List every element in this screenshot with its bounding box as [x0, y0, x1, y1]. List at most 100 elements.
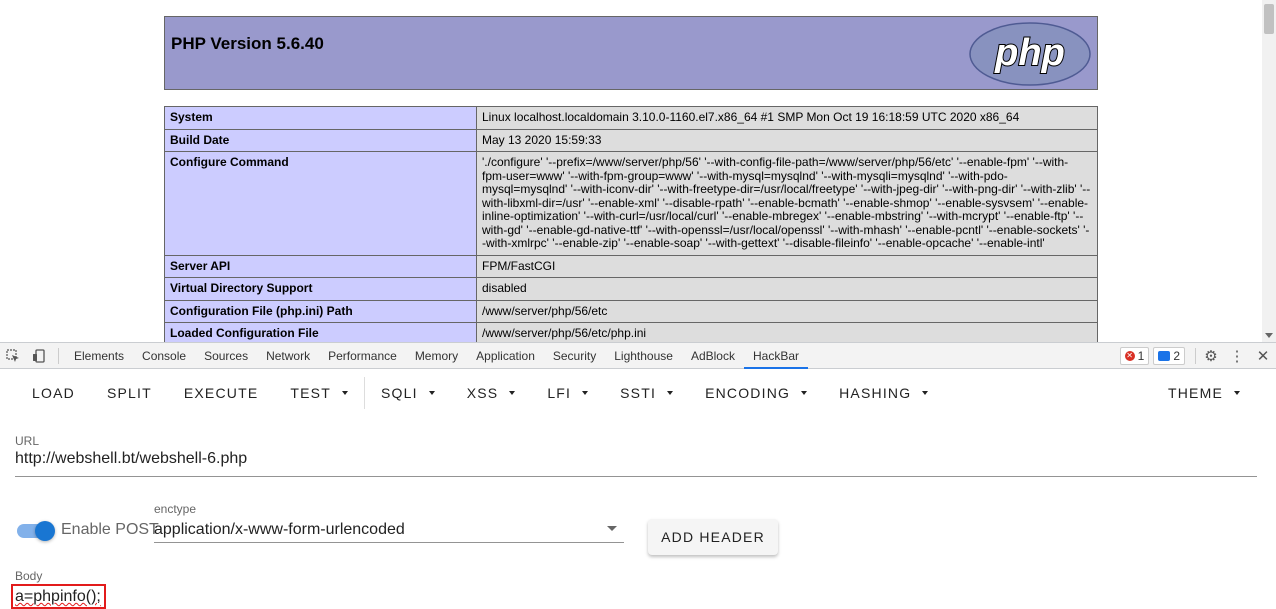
toolbar-divider	[1195, 347, 1196, 364]
table-row: System Linux localhost.localdomain 3.10.0…	[164, 106, 1098, 130]
lfi-button[interactable]: LFI	[531, 375, 604, 411]
row-value: /www/server/php/56/etc	[476, 299, 1098, 323]
more-options-icon[interactable]: ⋮	[1224, 343, 1250, 369]
row-key: Build Date	[164, 128, 477, 152]
xss-button[interactable]: XSS	[451, 375, 532, 411]
scrollbar-thumb[interactable]	[1264, 4, 1274, 34]
tab-elements[interactable]: Elements	[65, 343, 133, 369]
chevron-down-icon	[341, 391, 348, 395]
tab-security[interactable]: Security	[544, 343, 605, 369]
lfi-button-label: LFI	[547, 385, 572, 401]
devtools-tabbar: Elements Console Sources Network Performance…	[0, 342, 1276, 369]
tab-adblock[interactable]: AdBlock	[682, 343, 744, 369]
php-version-title: PHP Version 5.6.40	[171, 34, 324, 53]
table-row: Server API FPM/FastCGI	[164, 254, 1098, 278]
error-count-badge[interactable]: ✕ 1	[1119, 346, 1150, 365]
dropdown-arrow-icon[interactable]	[607, 526, 617, 531]
close-icon[interactable]: ✕	[1250, 343, 1276, 369]
hackbar-toolbar: LOAD SPLIT EXECUTE TEST SQLI XSS LFI SSTI ENCODI…	[0, 369, 1276, 417]
body-label: Body	[15, 569, 43, 583]
row-key: Configure Command	[164, 151, 477, 256]
php-logo-text: php	[994, 32, 1065, 74]
message-count-badge[interactable]: 2	[1153, 346, 1185, 365]
chevron-down-icon	[1234, 391, 1240, 395]
tab-console[interactable]: Console	[133, 343, 195, 369]
php-logo: php	[969, 22, 1091, 86]
table-row: Configuration File (php.ini) Path/www/se…	[164, 299, 1098, 323]
settings-icon[interactable]: ⚙	[1198, 343, 1224, 369]
tab-performance[interactable]: Performance	[319, 343, 406, 369]
hackbar-form: URL http://webshell.bt/webshell-6.php En…	[0, 417, 1276, 609]
row-value: Linux localhost.localdomain 3.10.0-1160.…	[476, 106, 1098, 130]
row-value: /www/server/php/56/etc/php.ini	[476, 322, 1098, 342]
inspect-icon[interactable]	[0, 343, 26, 369]
hashing-button-label: HASHING	[839, 385, 912, 401]
tab-memory[interactable]: Memory	[406, 343, 467, 369]
chevron-down-icon	[582, 391, 589, 395]
hashing-button[interactable]: HASHING	[823, 375, 944, 411]
phpinfo-table: System Linux localhost.localdomain 3.10.0…	[164, 106, 1098, 342]
device-toggle-icon[interactable]	[26, 343, 52, 369]
execute-button-label: EXECUTE	[183, 385, 259, 401]
sqli-button[interactable]: SQLI	[365, 375, 451, 411]
row-key: Configuration File (php.ini) Path	[164, 299, 477, 323]
row-key: Loaded Configuration File	[164, 322, 477, 342]
tab-lighthouse[interactable]: Lighthouse	[605, 343, 682, 369]
hackbar-button-group: LOAD SPLIT EXECUTE TEST SQLI XSS LFI SSTI ENCODI…	[0, 375, 944, 411]
theme-button[interactable]: THEME	[1152, 375, 1256, 411]
url-label: URL	[15, 434, 40, 448]
xss-button-label: XSS	[466, 385, 499, 401]
encoding-button[interactable]: ENCODING	[689, 375, 823, 411]
message-icon	[1158, 350, 1171, 361]
row-value: May 13 2020 15:59:33	[476, 128, 1098, 152]
table-row: Build Date May 13 2020 15:59:33	[164, 128, 1098, 152]
toolbar-divider	[58, 347, 59, 364]
chevron-down-icon	[801, 391, 808, 395]
sqli-button-label: SQLI	[380, 385, 418, 401]
body-input-text: a=phpinfo();	[15, 588, 101, 605]
test-button[interactable]: TEST	[274, 375, 364, 411]
ssti-button[interactable]: SSTI	[604, 375, 689, 411]
scroll-down-arrow-icon[interactable]	[1265, 333, 1273, 338]
ssti-button-label: SSTI	[620, 385, 657, 401]
add-header-button[interactable]: ADD HEADER	[648, 519, 778, 555]
toggle-knob	[35, 521, 55, 541]
body-input[interactable]: a=phpinfo();	[11, 584, 106, 609]
enable-post-label: Enable POST	[61, 521, 159, 538]
row-value: './configure' '--prefix=/www/server/php/…	[476, 151, 1098, 256]
encoding-button-label: ENCODING	[705, 385, 791, 401]
table-row: Loaded Configuration File/www/server/php…	[164, 322, 1098, 342]
devtools-tabs: Elements Console Sources Network Performance…	[65, 342, 808, 369]
enable-post-toggle[interactable]	[17, 521, 55, 541]
test-button-label: TEST	[290, 385, 331, 401]
split-button[interactable]: SPLIT	[91, 375, 168, 411]
url-input[interactable]: http://webshell.bt/webshell-6.php	[15, 450, 247, 468]
chevron-down-icon	[922, 391, 929, 395]
devtools-right-controls: ✕ 1 2 ⚙ ⋮ ✕	[1119, 343, 1276, 369]
tab-hackbar[interactable]: HackBar	[743, 342, 808, 369]
row-key: Virtual Directory Support	[164, 277, 477, 301]
theme-button-label: THEME	[1168, 385, 1223, 401]
phpinfo-header: PHP Version 5.6.40 php	[164, 16, 1098, 90]
table-row: Configure Command './configure' '--prefix…	[164, 151, 1098, 256]
enctype-label: enctype	[154, 502, 197, 516]
chevron-down-icon	[667, 391, 674, 395]
error-icon: ✕	[1124, 350, 1135, 361]
page-viewport: PHP Version 5.6.40 php System Linux local…	[0, 0, 1276, 342]
row-key: Server API	[164, 254, 477, 278]
tab-network[interactable]: Network	[257, 343, 319, 369]
error-count: 1	[1137, 348, 1145, 363]
split-button-label: SPLIT	[106, 385, 152, 401]
execute-button[interactable]: EXECUTE	[168, 375, 275, 411]
chevron-down-icon	[428, 391, 435, 395]
page-scrollbar[interactable]	[1262, 0, 1276, 342]
url-input-underline	[15, 476, 1257, 477]
tab-application[interactable]: Application	[467, 343, 544, 369]
row-value: FPM/FastCGI	[476, 254, 1098, 278]
enctype-select[interactable]: application/x-www-form-urlencoded	[154, 521, 405, 539]
tab-sources[interactable]: Sources	[195, 343, 257, 369]
chevron-down-icon	[509, 391, 516, 395]
load-button-label: LOAD	[32, 385, 75, 401]
load-button[interactable]: LOAD	[16, 375, 91, 411]
table-row: Virtual Directory Support disabled	[164, 277, 1098, 301]
